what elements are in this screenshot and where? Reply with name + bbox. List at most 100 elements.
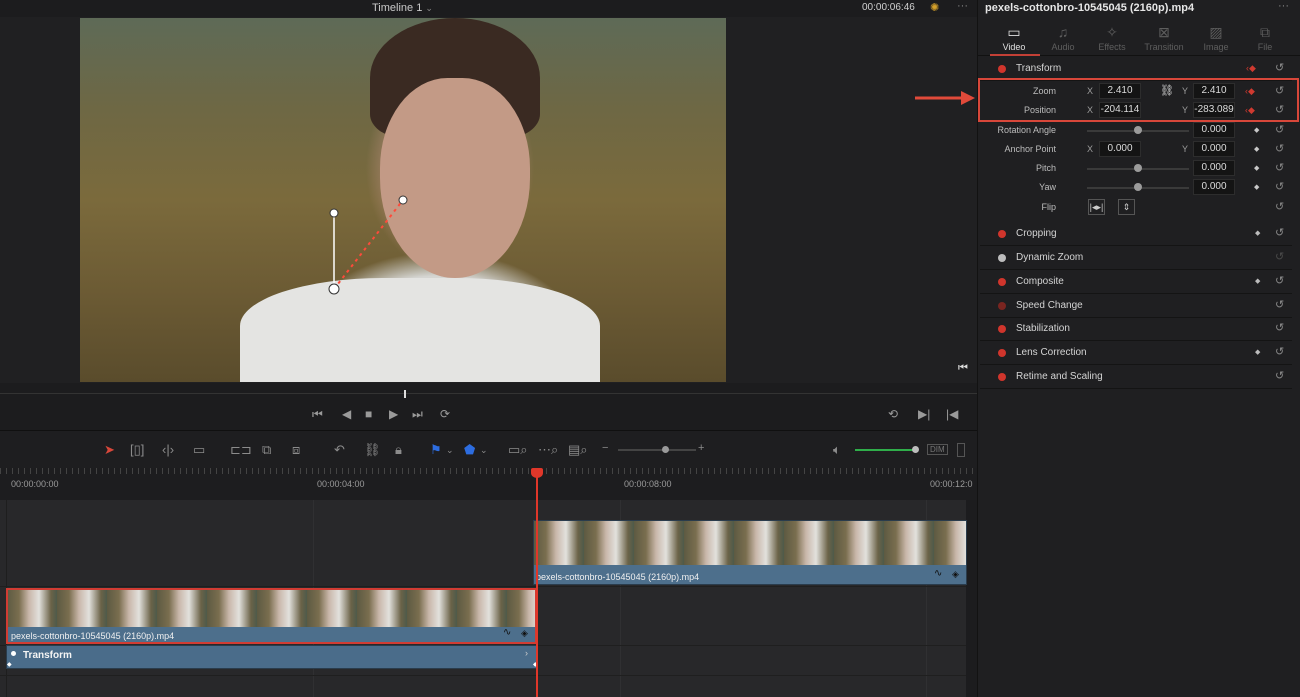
- chevron-down-icon[interactable]: ⌄: [425, 3, 433, 13]
- position-keyframe-path-overlay[interactable]: [80, 18, 726, 382]
- keyframe-diamond-icon[interactable]: ◆: [7, 661, 12, 668]
- keyframe-diamond-icon[interactable]: ◆: [1255, 277, 1260, 285]
- replace-clip-icon[interactable]: ⧈: [292, 442, 300, 458]
- reset-icon[interactable]: ↺: [1275, 274, 1284, 287]
- tab-transition[interactable]: ⊠ Transition: [1139, 22, 1189, 52]
- zoom-slider[interactable]: [618, 449, 696, 451]
- zoom-detail-icon[interactable]: ⋯⌕: [538, 442, 558, 458]
- keyframe-diamond-icon[interactable]: ◆: [1255, 229, 1260, 237]
- section-lens-correction[interactable]: Lens Correction ◆ ↺: [980, 342, 1292, 365]
- tab-effects[interactable]: ✧ Effects: [1087, 22, 1137, 52]
- chevron-down-icon[interactable]: ⌄: [480, 445, 488, 456]
- enable-toggle[interactable]: [998, 349, 1006, 357]
- slider-knob[interactable]: [1134, 183, 1142, 191]
- keyframe-diamond-icon[interactable]: ◆: [1254, 145, 1259, 153]
- keyframe-diamond-icon[interactable]: ◆: [1254, 126, 1259, 134]
- reset-icon[interactable]: ↺: [1275, 369, 1284, 382]
- link-clips-icon[interactable]: ⛓: [364, 442, 381, 458]
- anchor-y-field[interactable]: 0.000: [1193, 141, 1235, 157]
- reset-icon[interactable]: ↺: [1275, 61, 1284, 74]
- lock-icon[interactable]: 🔒︎: [395, 442, 402, 458]
- marker-icon[interactable]: ⬟: [464, 442, 475, 458]
- next-edit-icon[interactable]: ▶|: [918, 407, 930, 421]
- selection-arrow-icon[interactable]: ➤: [104, 442, 115, 458]
- flip-horizontal-icon[interactable]: |◂▸|: [1088, 199, 1105, 215]
- blade-tool-icon[interactable]: ▭: [193, 442, 205, 458]
- enable-toggle[interactable]: [998, 278, 1006, 286]
- more-options-icon[interactable]: ···: [1278, 0, 1289, 12]
- section-dynamic-zoom[interactable]: Dynamic Zoom ↺: [980, 247, 1292, 270]
- reset-icon[interactable]: ↺: [1275, 200, 1284, 213]
- reset-icon[interactable]: ↺: [1275, 161, 1284, 174]
- reset-icon[interactable]: ↺: [1275, 250, 1284, 263]
- enable-toggle[interactable]: [998, 254, 1006, 262]
- match-frame-icon[interactable]: ⟲: [888, 407, 898, 421]
- reset-icon[interactable]: ↺: [1275, 298, 1284, 311]
- timeline-clip-upper[interactable]: pexels-cottonbro-10545045 (2160p).mp4 ∿ …: [533, 520, 967, 585]
- panel-divider-icon[interactable]: [957, 443, 965, 457]
- enable-toggle[interactable]: [998, 325, 1006, 333]
- keyframe-diamond-icon[interactable]: ◆: [1254, 164, 1259, 172]
- scrub-playhead[interactable]: [404, 390, 406, 398]
- volume-icon[interactable]: 🔈︎: [833, 442, 841, 458]
- chevron-right-icon[interactable]: ›: [525, 648, 528, 658]
- yaw-field[interactable]: 0.000: [1193, 179, 1235, 195]
- playhead[interactable]: [536, 468, 538, 697]
- skip-to-start-icon[interactable]: ⏮: [312, 407, 323, 422]
- anchor-x-field[interactable]: 0.000: [1099, 141, 1141, 157]
- flag-icon[interactable]: ⚑: [430, 442, 442, 458]
- last-frame-icon[interactable]: |◀: [946, 407, 958, 421]
- snapping-icon[interactable]: ↶: [334, 442, 345, 458]
- reset-icon[interactable]: ↺: [1275, 345, 1284, 358]
- section-speed-change[interactable]: Speed Change ↺: [980, 295, 1292, 318]
- reset-icon[interactable]: ↺: [1275, 321, 1284, 334]
- section-stabilization[interactable]: Stabilization ↺: [980, 318, 1292, 341]
- rotation-field[interactable]: 0.000: [1193, 122, 1235, 138]
- chevron-down-icon[interactable]: ⌄: [446, 445, 454, 456]
- stop-icon[interactable]: ■: [365, 407, 372, 421]
- dim-button[interactable]: DIM: [927, 444, 948, 455]
- enable-toggle[interactable]: [998, 373, 1006, 381]
- zoom-custom-icon[interactable]: ▤⌕: [568, 442, 588, 458]
- keyframe-track-transform[interactable]: Transform › ◆ ◆: [6, 645, 538, 669]
- loop-icon[interactable]: ⟳: [440, 407, 450, 421]
- enable-toggle[interactable]: [998, 302, 1006, 310]
- scrub-bar[interactable]: [0, 383, 977, 399]
- trim-tool-icon[interactable]: [▯]: [130, 442, 144, 458]
- tab-audio[interactable]: ♫ Audio: [1038, 22, 1088, 52]
- flip-vertical-icon[interactable]: ⇕: [1118, 199, 1135, 215]
- path-handle[interactable]: [329, 208, 339, 218]
- reverse-play-icon[interactable]: ◀: [342, 407, 351, 421]
- zoom-full-icon[interactable]: ▭⌕: [508, 442, 528, 458]
- reset-icon[interactable]: ↺: [1275, 142, 1284, 155]
- slider-knob[interactable]: [1134, 126, 1142, 134]
- skip-to-end-icon[interactable]: ⏭: [412, 407, 423, 422]
- section-retime-and-scaling[interactable]: Retime and Scaling ↺: [980, 366, 1292, 389]
- play-icon[interactable]: ▶: [389, 407, 398, 421]
- tab-image[interactable]: ▨ Image: [1191, 22, 1241, 52]
- curve-icon[interactable]: ∿: [934, 568, 942, 579]
- keyframe-nav-icon[interactable]: ‹◆: [1246, 63, 1256, 74]
- overwrite-clip-icon[interactable]: ⧉: [262, 442, 271, 458]
- path-handle[interactable]: [328, 283, 340, 295]
- zoom-in-icon[interactable]: +: [698, 442, 704, 454]
- volume-slider[interactable]: [855, 449, 915, 451]
- insert-clip-icon[interactable]: ⊏⊐: [230, 442, 252, 458]
- keyframe-diamond-icon[interactable]: ◆: [1255, 348, 1260, 356]
- slider-knob[interactable]: [1134, 164, 1142, 172]
- enable-toggle[interactable]: [998, 65, 1006, 73]
- section-composite[interactable]: Composite ◆ ↺: [980, 271, 1292, 294]
- enable-toggle[interactable]: [998, 230, 1006, 238]
- tab-video[interactable]: ▭ Video: [989, 22, 1039, 52]
- timeline-ruler[interactable]: 00:00:00:00 00:00:04:00 00:00:08:00 00:0…: [0, 468, 977, 500]
- keyframe-dot-icon[interactable]: [11, 651, 16, 656]
- slider-knob[interactable]: [912, 446, 919, 453]
- dynamic-trim-icon[interactable]: ‹|›: [162, 442, 174, 457]
- keyframe-diamond-icon[interactable]: ◈: [952, 569, 959, 580]
- timeline-title[interactable]: Timeline 1 ⌄: [372, 2, 433, 14]
- color-wheel-icon[interactable]: ✺: [930, 1, 939, 14]
- reset-icon[interactable]: ↺: [1275, 180, 1284, 193]
- pitch-field[interactable]: 0.000: [1193, 160, 1235, 176]
- more-options-icon[interactable]: ···: [957, 0, 968, 12]
- keyframe-diamond-icon[interactable]: ◆: [1254, 183, 1259, 191]
